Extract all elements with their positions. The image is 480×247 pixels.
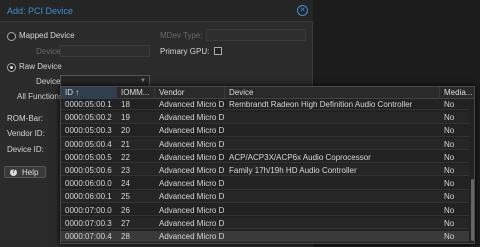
cell-iommu: 23: [121, 166, 130, 175]
all-functions-label: All Functions:: [17, 92, 66, 101]
cell-iommu: 21: [121, 139, 130, 149]
cell-media: No: [444, 218, 455, 228]
table-row[interactable]: 0000:05:00.1 18 Advanced Micro D... Rembran…: [61, 99, 469, 111]
cell-media: No: [444, 179, 455, 189]
vendor-id-label: Vendor ID:: [7, 129, 45, 138]
cell-vendor: Advanced Micro D...: [159, 152, 225, 162]
cell-iommu: 28: [121, 232, 130, 241]
cell-iommu: 25: [121, 192, 130, 202]
cell-vendor: Advanced Micro D...: [159, 232, 225, 241]
dialog-title: Add: PCI Device: [7, 6, 74, 16]
cell-vendor: Advanced Micro D...: [159, 100, 225, 109]
cell-vendor: Advanced Micro D...: [159, 192, 225, 202]
cell-iommu: 19: [121, 113, 130, 123]
cell-iommu: 27: [121, 218, 130, 228]
cell-vendor: Advanced Micro D...: [159, 166, 225, 175]
cell-vendor: Advanced Micro D...: [159, 126, 225, 136]
cell-vendor: Advanced Micro D...: [159, 113, 225, 123]
table-row[interactable]: 0000:07:00.3 27 Advanced Micro D... No: [61, 217, 469, 230]
mdev-type-field: [206, 29, 306, 41]
cell-device: [225, 112, 440, 123]
cell-id: 0000:05:00.6: [65, 166, 112, 175]
cell-device: [225, 205, 440, 216]
cell-iommu: 22: [121, 152, 130, 162]
column-header-iommu[interactable]: IOMM...: [117, 87, 155, 99]
cell-device: [225, 178, 440, 189]
raw-device-label: Raw Device: [19, 62, 62, 71]
raw-device-radio[interactable]: [7, 63, 16, 72]
cell-media: No: [444, 152, 455, 162]
mdev-type-label: MDev Type:: [160, 31, 203, 40]
cell-media: No: [444, 100, 455, 109]
cell-id: 0000:07:00.4: [65, 232, 112, 241]
cell-iommu: 26: [121, 205, 130, 215]
cell-id: 0000:06:00.0: [65, 179, 112, 189]
cell-media: No: [444, 192, 455, 202]
cell-id: 0000:07:00.0: [65, 205, 112, 215]
cell-vendor: Advanced Micro D...: [159, 179, 225, 189]
help-icon: ?: [10, 169, 17, 176]
cell-device: [225, 125, 440, 136]
raw-device-field-label: Device:: [36, 77, 63, 86]
table-row[interactable]: 0000:07:00.4 28 Advanced Micro D... No: [61, 231, 469, 243]
table-row[interactable]: 0000:06:00.1 25 Advanced Micro D... No: [61, 191, 469, 203]
table-row[interactable]: 0000:05:00.2 19 Advanced Micro D... No: [61, 112, 469, 124]
cell-media: No: [444, 205, 455, 215]
cell-vendor: Advanced Micro D...: [159, 139, 225, 149]
help-button-label: Help: [22, 168, 39, 177]
table-row[interactable]: 0000:06:00.0 24 Advanced Micro D... No: [61, 178, 469, 190]
cell-media: No: [444, 126, 455, 136]
primary-gpu-checkbox[interactable]: [214, 47, 222, 55]
rom-bar-label: ROM-Bar:: [7, 114, 43, 123]
cell-device: [225, 218, 440, 229]
device-id-label: Device ID:: [7, 145, 44, 154]
cell-iommu: 20: [121, 126, 130, 136]
help-button[interactable]: ? Help: [4, 166, 46, 178]
mapped-device-field: [60, 45, 150, 57]
cell-device: [225, 191, 440, 202]
cell-id: 0000:07:00.3: [65, 218, 112, 228]
cell-device: [225, 231, 440, 242]
cell-id: 0000:06:00.1: [65, 192, 112, 202]
mapped-device-field-label: Device:: [36, 47, 63, 56]
cell-device: Rembrandt Radeon High Definition Audio C…: [229, 100, 413, 109]
cell-vendor: Advanced Micro D...: [159, 218, 225, 228]
cell-device: [225, 139, 440, 150]
cell-id: 0000:05:00.5: [65, 152, 112, 162]
cell-media: No: [444, 113, 455, 123]
table-row[interactable]: 0000:05:00.3 20 Advanced Micro D... No: [61, 125, 469, 137]
cell-media: No: [444, 232, 455, 241]
cell-id: 0000:05:00.3: [65, 126, 112, 136]
mapped-device-radio[interactable]: [7, 32, 16, 41]
table-row[interactable]: 0000:05:00.6 23 Advanced Micro D... Family …: [61, 165, 469, 177]
cell-device: Family 17h/19h HD Audio Controller: [229, 166, 357, 175]
table-row[interactable]: 0000:07:00.0 26 Advanced Micro D... No: [61, 205, 469, 216]
column-header-device[interactable]: Device: [225, 87, 440, 99]
cell-iommu: 18: [121, 100, 130, 109]
mapped-device-label: Mapped Device: [19, 31, 75, 40]
pci-device-dropdown-grid[interactable]: ID ↑ IOMM... Vendor Device Media... 0000…: [60, 86, 475, 244]
table-row[interactable]: 0000:05:00.4 21 Advanced Micro D... No: [61, 138, 469, 150]
cell-device: ACP/ACP3X/ACP6x Audio Coprocessor: [229, 152, 371, 162]
cell-iommu: 24: [121, 179, 130, 189]
column-header-media[interactable]: Media...: [440, 87, 474, 99]
table-row[interactable]: 0000:05:00.5 22 Advanced Micro D... ACP/ACP…: [61, 152, 469, 164]
cell-vendor: Advanced Micro D...: [159, 205, 225, 215]
grid-header: ID ↑ IOMM... Vendor Device Media...: [61, 87, 474, 99]
cell-media: No: [444, 139, 455, 149]
cell-id: 0000:05:00.4: [65, 139, 112, 149]
cell-id: 0000:05:00.1: [65, 100, 112, 109]
primary-gpu-label: Primary GPU:: [160, 47, 210, 56]
close-icon[interactable]: ✕: [297, 5, 308, 16]
scrollbar-thumb[interactable]: [471, 179, 474, 241]
chevron-down-icon[interactable]: ▼: [140, 78, 146, 84]
cell-id: 0000:05:00.2: [65, 113, 112, 123]
column-header-vendor[interactable]: Vendor: [155, 87, 225, 99]
grid-scrollbar[interactable]: [470, 99, 474, 243]
column-header-id[interactable]: ID ↑: [61, 87, 117, 99]
dialog-titlebar: Add: PCI Device ✕: [0, 0, 313, 22]
cell-media: No: [444, 166, 455, 175]
